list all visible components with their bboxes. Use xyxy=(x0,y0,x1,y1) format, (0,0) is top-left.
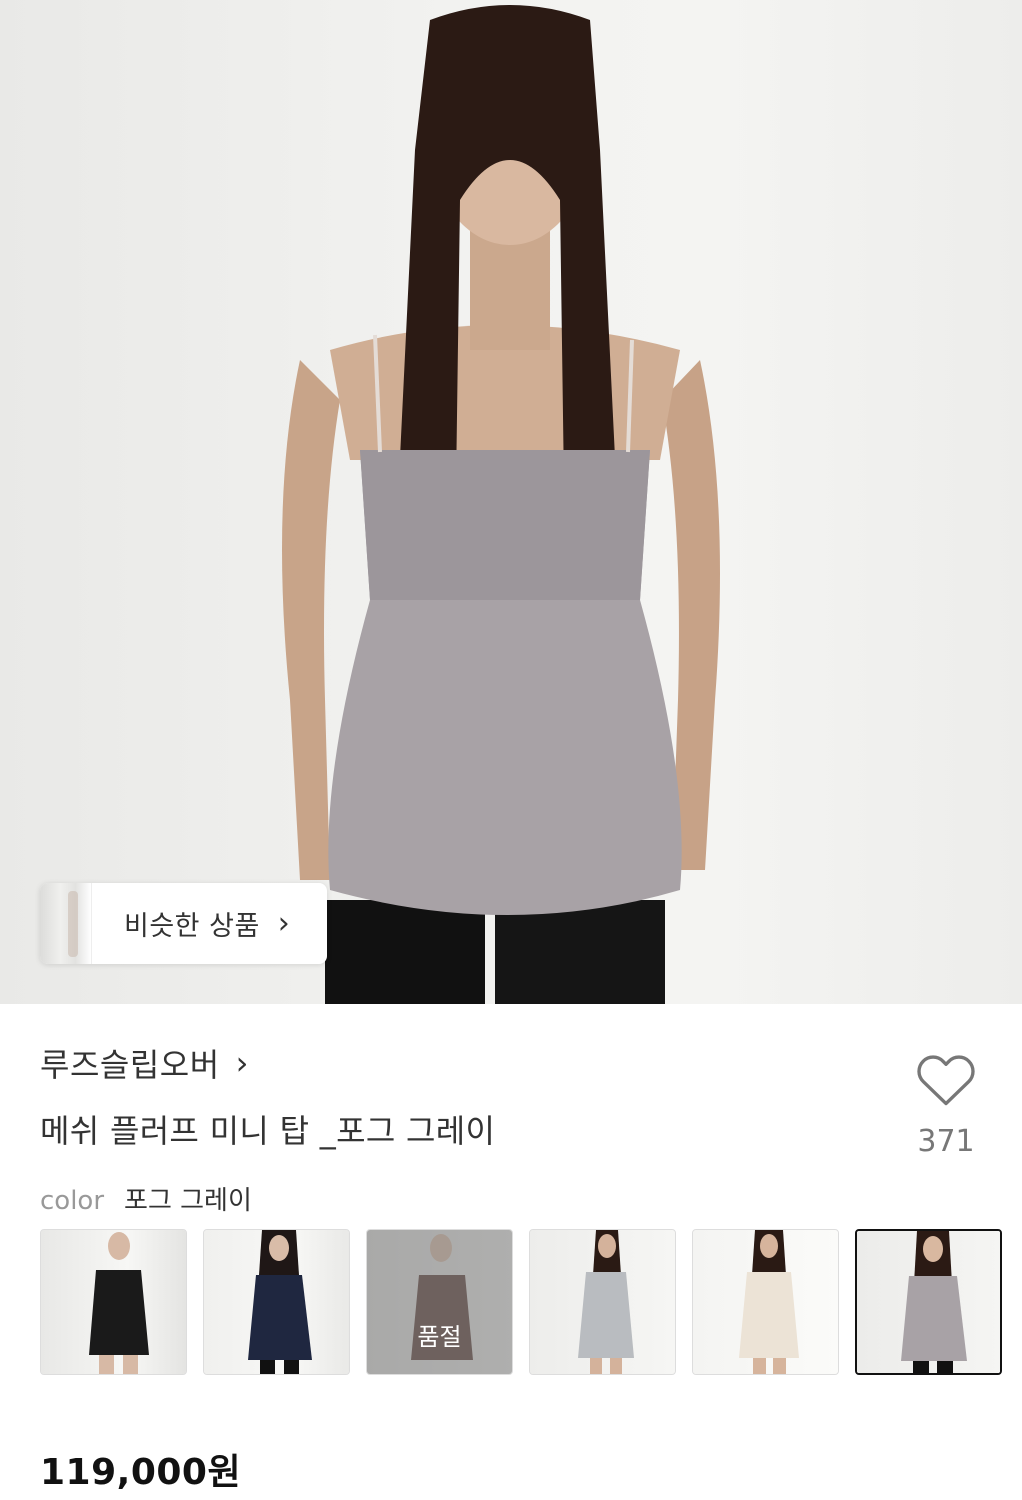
similar-items-label: 비슷한 상품 xyxy=(124,911,260,942)
swatch-photo xyxy=(901,1231,967,1373)
color-label: color xyxy=(40,1186,105,1216)
color-swatch-light-gray[interactable] xyxy=(529,1229,676,1375)
brand-name: 루즈슬립오버 xyxy=(40,1046,220,1084)
chevron-right-icon: › xyxy=(235,1044,249,1082)
swatch-photo xyxy=(248,1230,312,1374)
color-swatch-list: 품절 xyxy=(40,1229,1022,1377)
color-swatch-navy[interactable] xyxy=(203,1229,350,1375)
color-selector-header: color 포그 그레이 xyxy=(40,1180,252,1217)
model-photo xyxy=(282,5,720,1004)
like-count: 371 xyxy=(917,1124,975,1159)
product-price: 119,000원 xyxy=(40,1452,242,1493)
swatch-photo xyxy=(89,1232,149,1374)
color-swatch-black[interactable] xyxy=(40,1229,187,1375)
product-main-image[interactable]: 비슷한 상품 › xyxy=(0,0,1022,1004)
color-swatch-brown[interactable]: 품절 xyxy=(366,1229,513,1375)
color-swatch-cream[interactable] xyxy=(692,1229,839,1375)
similar-item-thumbnail xyxy=(40,883,92,964)
chevron-right-icon: › xyxy=(277,906,290,941)
brand-link[interactable]: 루즈슬립오버 › xyxy=(40,1040,248,1086)
swatch-photo xyxy=(578,1230,634,1374)
heart-icon xyxy=(917,1055,975,1106)
product-title: 메쉬 플러프 미니 탑 _포그 그레이 xyxy=(40,1112,496,1150)
soldout-label: 품절 xyxy=(417,1323,462,1351)
like-button[interactable]: 371 xyxy=(905,1050,987,1159)
swatch-photo xyxy=(739,1230,799,1374)
soldout-overlay: 품절 xyxy=(367,1230,512,1374)
similar-items-button[interactable]: 비슷한 상품 › xyxy=(40,883,327,964)
color-swatch-fog-gray[interactable] xyxy=(855,1229,1002,1375)
selected-color-value: 포그 그레이 xyxy=(124,1186,252,1216)
